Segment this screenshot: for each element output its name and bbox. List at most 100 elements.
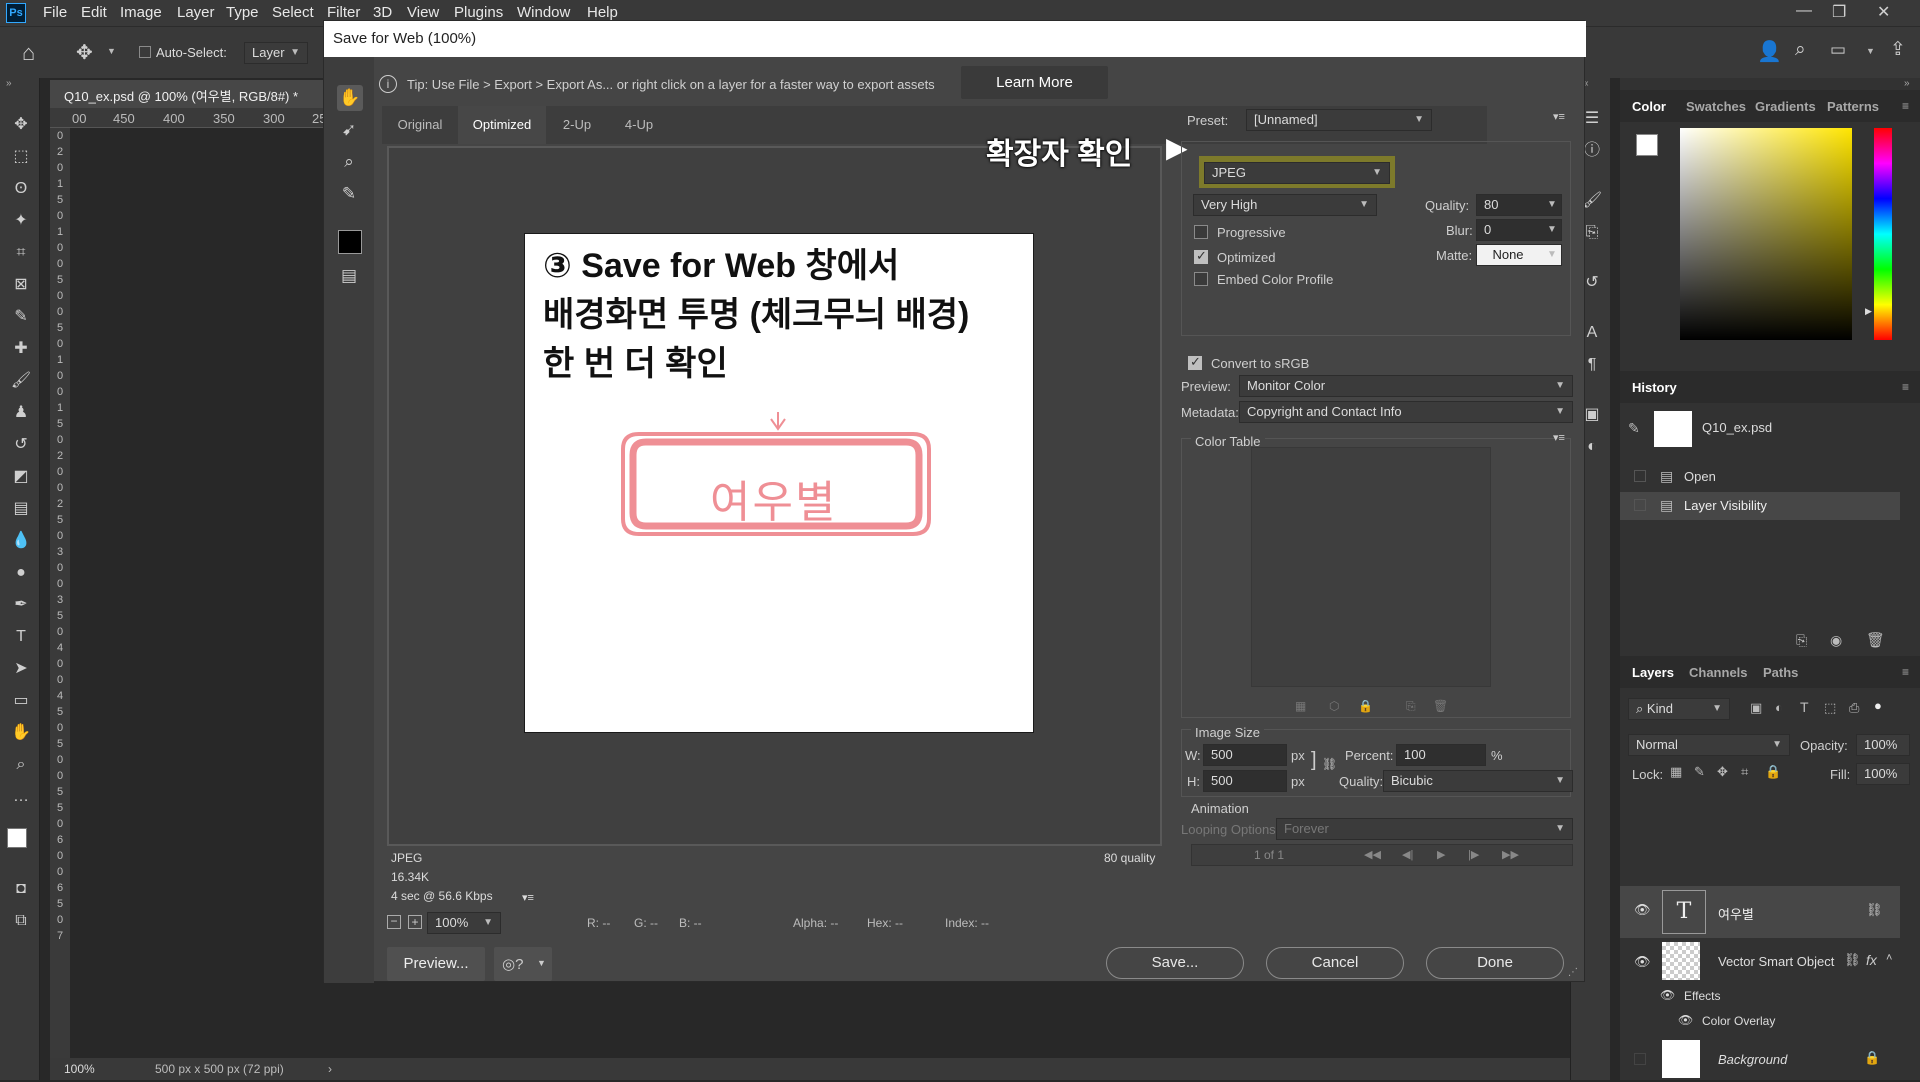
height-field[interactable]: 500: [1203, 770, 1287, 792]
blur-field[interactable]: 0 ▼: [1476, 219, 1562, 241]
dodge-tool-icon[interactable]: ●: [10, 562, 32, 584]
lock-color-icon[interactable]: 🔒: [1358, 699, 1373, 713]
filter-adjustment-icon[interactable]: ◐: [1775, 700, 1783, 715]
next-frame-icon[interactable]: |▶: [1468, 848, 1479, 861]
menu-type[interactable]: Type: [226, 4, 259, 21]
share-icon[interactable]: ⇪: [1890, 38, 1906, 61]
cancel-button[interactable]: Cancel: [1266, 947, 1404, 979]
menu-file[interactable]: File: [43, 4, 67, 21]
crop-tool-icon[interactable]: ⌗: [10, 242, 32, 264]
more-tools-icon[interactable]: …: [10, 786, 32, 808]
menu-plugins[interactable]: Plugins: [454, 4, 503, 21]
tab-2-up[interactable]: 2-Up: [546, 106, 608, 144]
history-state-checkbox[interactable]: [1634, 499, 1646, 511]
collapse-icon[interactable]: »: [6, 78, 12, 89]
workspace-icon[interactable]: ▭: [1830, 40, 1846, 60]
tab-4-up[interactable]: 4-Up: [608, 106, 670, 144]
fx-icon[interactable]: fx: [1866, 952, 1877, 968]
zoom-tool-icon[interactable]: ⌕: [10, 754, 32, 776]
panel-menu-icon[interactable]: ≡: [1902, 380, 1909, 394]
first-frame-icon[interactable]: ◀◀: [1364, 848, 1381, 861]
zoom-dropdown[interactable]: 100% ▼: [427, 912, 501, 934]
menu-view[interactable]: View: [407, 4, 439, 21]
zoom-out-icon[interactable]: −: [387, 915, 401, 929]
history-brush-icon[interactable]: ↺: [10, 434, 32, 456]
menu-3d[interactable]: 3D: [373, 4, 392, 21]
tab-history[interactable]: History: [1632, 380, 1677, 395]
hue-slider-handle[interactable]: ▶: [1865, 306, 1872, 317]
eraser-tool-icon[interactable]: ◩: [10, 466, 32, 488]
brush-tool-icon[interactable]: 🖌: [10, 370, 32, 392]
tab-layers[interactable]: Layers: [1632, 665, 1674, 680]
chevron-right-icon[interactable]: ›: [328, 1062, 332, 1076]
chevron-up-icon[interactable]: ˄: [1886, 952, 1892, 964]
chevron-down-icon[interactable]: ▼: [107, 46, 116, 56]
user-icon[interactable]: 👤: [1757, 39, 1782, 64]
tab-channels[interactable]: Channels: [1689, 665, 1748, 680]
quick-mask-icon[interactable]: ◘: [10, 878, 32, 900]
hand-tool-icon[interactable]: ✋: [10, 722, 32, 744]
convert-srgb-checkbox[interactable]: [1188, 354, 1202, 370]
stamp-tool-icon[interactable]: ♟: [10, 402, 32, 424]
collapse-icon[interactable]: »: [1904, 78, 1910, 89]
eye-icon[interactable]: 👁: [1660, 988, 1675, 1002]
lock-artboard-icon[interactable]: ⌗: [1741, 764, 1748, 780]
eyedropper-tool-icon[interactable]: ✎: [10, 306, 32, 328]
filter-type-icon[interactable]: T: [1800, 699, 1809, 715]
auto-select-checkbox[interactable]: [139, 46, 151, 58]
play-icon[interactable]: ▶: [1437, 848, 1445, 861]
blur-tool-icon[interactable]: 💧: [10, 530, 32, 552]
menu-select[interactable]: Select: [272, 4, 314, 21]
optimized-preview-image[interactable]: ③ Save for Web 창에서 배경화면 투명 (체크무늬 배경) 한 번…: [524, 233, 1034, 733]
browser-select-button[interactable]: ◎? ▼: [494, 947, 552, 981]
preview-color-dropdown[interactable]: Monitor Color ▼: [1239, 375, 1573, 397]
color-table-menu-icon[interactable]: ▾≡: [1553, 431, 1565, 444]
panel-menu-icon[interactable]: ≡: [1902, 99, 1909, 113]
hue-slider[interactable]: [1874, 128, 1892, 340]
auto-select-dropdown[interactable]: Layer ▼: [244, 42, 308, 64]
preview-browser-button[interactable]: Preview...: [387, 947, 485, 981]
color-picker-field[interactable]: [1680, 128, 1852, 340]
progressive-checkbox[interactable]: [1194, 225, 1208, 239]
tab-color[interactable]: Color: [1632, 99, 1666, 114]
camera-icon[interactable]: ◉: [1830, 632, 1842, 649]
pen-tool-icon[interactable]: ✒: [10, 594, 32, 616]
tab-paths[interactable]: Paths: [1763, 665, 1798, 680]
trash-icon[interactable]: 🗑: [1866, 631, 1885, 649]
eye-icon[interactable]: 👁: [1634, 902, 1651, 918]
zoom-tool-icon[interactable]: ⌕: [336, 149, 362, 175]
resize-grip-icon[interactable]: ⋰: [1568, 967, 1578, 978]
layer-filter-kind[interactable]: ⌕ Kind ▼: [1628, 698, 1730, 720]
optimized-checkbox[interactable]: [1194, 248, 1208, 264]
close-window-icon[interactable]: ✕: [1877, 2, 1890, 22]
web-shift-icon[interactable]: ⬡: [1329, 699, 1339, 713]
tab-original[interactable]: Original: [382, 106, 458, 144]
opacity-field[interactable]: 100%: [1856, 734, 1910, 756]
link-icon[interactable]: ⛓: [1866, 902, 1883, 918]
layer-row-background[interactable]: Background 🔒: [1620, 1038, 1900, 1082]
preset-dropdown[interactable]: [Unnamed] ▼: [1246, 109, 1432, 131]
layer-color-overlay-row[interactable]: 👁 Color Overlay: [1678, 1010, 1898, 1032]
settings-menu-icon[interactable]: ▾≡: [1553, 110, 1565, 123]
history-item-open[interactable]: ▤ Open: [1620, 463, 1900, 491]
tab-swatches[interactable]: Swatches: [1686, 99, 1746, 114]
width-field[interactable]: 500: [1203, 744, 1287, 766]
home-icon[interactable]: ⌂: [22, 40, 35, 66]
filter-smart-object-icon[interactable]: ⎙: [1849, 700, 1859, 716]
percent-field[interactable]: 100: [1396, 744, 1486, 766]
layer-effects-row[interactable]: 👁 Effects: [1660, 985, 1900, 1007]
constrain-proportions-link-icon[interactable]: ⛓: [1322, 757, 1337, 771]
add-color-icon[interactable]: ⎘: [1406, 699, 1416, 714]
metadata-dropdown[interactable]: Copyright and Contact Info ▼: [1239, 401, 1573, 423]
blend-mode-dropdown[interactable]: Normal ▼: [1628, 734, 1790, 756]
filter-pixel-icon[interactable]: ▣: [1750, 700, 1762, 716]
fill-field[interactable]: 100%: [1856, 763, 1910, 785]
eye-icon[interactable]: 👁: [1634, 954, 1651, 970]
lock-all-icon[interactable]: 🔒: [1765, 764, 1781, 780]
toggle-slices-icon[interactable]: ▤: [336, 263, 362, 289]
speed-menu-icon[interactable]: ▾≡: [522, 891, 534, 904]
eyedropper-icon[interactable]: ✎: [336, 181, 362, 207]
map-transparent-icon[interactable]: ▦: [1295, 699, 1306, 713]
healing-brush-icon[interactable]: ✚: [10, 338, 32, 360]
menu-filter[interactable]: Filter: [327, 4, 360, 21]
